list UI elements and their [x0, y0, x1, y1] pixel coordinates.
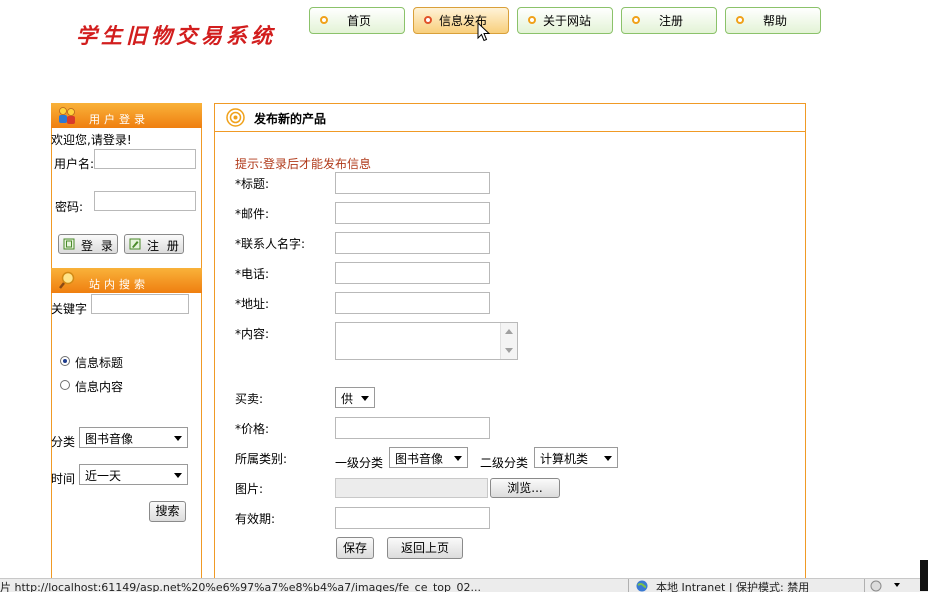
- level1-label: 一级分类: [335, 456, 384, 470]
- password-input[interactable]: [94, 191, 196, 211]
- magnifier-icon: [59, 271, 75, 289]
- nav-label: 信息发布: [438, 14, 487, 28]
- radio-title[interactable]: [60, 356, 70, 366]
- level2-select-value: 计算机类: [540, 452, 589, 466]
- nav-home-button[interactable]: 首页: [309, 7, 405, 34]
- price-label: *价格:: [235, 422, 270, 436]
- nav-about-button[interactable]: 关于网站: [517, 7, 613, 34]
- nav-label: 关于网站: [542, 14, 591, 28]
- email-input[interactable]: [335, 202, 490, 224]
- search-button[interactable]: 搜索: [149, 501, 186, 522]
- level2-label: 二级分类: [480, 456, 529, 470]
- category-select-value: 图书音像: [85, 432, 134, 446]
- site-logo: 学生旧物交易系统: [76, 23, 276, 48]
- level1-select-value: 图书音像: [395, 452, 444, 466]
- textarea-scrollbar[interactable]: [500, 323, 517, 359]
- login-button[interactable]: 登 录: [58, 234, 118, 254]
- nav-label: 帮助: [762, 14, 787, 28]
- save-button[interactable]: 保存: [336, 537, 374, 559]
- category-select[interactable]: 图书音像: [79, 427, 188, 448]
- category-label: 所属类别:: [235, 452, 288, 466]
- phone-label: *电话:: [235, 267, 270, 281]
- status-url: 片 http://localhost:61149/asp.net%20%e6%9…: [0, 581, 482, 592]
- keyword-input[interactable]: [91, 294, 189, 314]
- login-panel-title: 用户登录: [89, 113, 149, 126]
- chevron-down-icon: [454, 456, 462, 461]
- trade-select[interactable]: 供: [335, 387, 375, 408]
- image-label: 图片:: [235, 482, 264, 496]
- category-label: 分类: [51, 435, 76, 449]
- zoom-icon[interactable]: [870, 580, 884, 592]
- scroll-down-icon[interactable]: [505, 348, 513, 353]
- radio-content[interactable]: [60, 380, 70, 390]
- price-input[interactable]: [335, 417, 490, 439]
- login-button-label: 登 录: [81, 239, 115, 253]
- chevron-down-icon: [361, 396, 369, 401]
- login-welcome: 欢迎您,请登录!: [51, 133, 132, 147]
- status-divider: [864, 579, 865, 592]
- register-button-label: 注 册: [147, 239, 181, 253]
- validity-label: 有效期:: [235, 512, 276, 526]
- content-textarea[interactable]: [335, 322, 518, 360]
- nav-help-button[interactable]: 帮助: [725, 7, 821, 34]
- password-label: 密码:: [55, 200, 84, 214]
- validity-input[interactable]: [335, 507, 490, 529]
- zoom-dropdown-icon[interactable]: [894, 583, 900, 587]
- email-label: *邮件:: [235, 207, 270, 221]
- scroll-up-icon[interactable]: [505, 329, 513, 334]
- status-divider: [628, 579, 629, 592]
- level2-select[interactable]: 计算机类: [534, 447, 618, 468]
- login-panel-header: 用户登录: [51, 103, 202, 128]
- nav-label: 首页: [346, 14, 371, 28]
- browser-status-bar: 片 http://localhost:61149/asp.net%20%e6%9…: [0, 578, 928, 592]
- nav-publish-button[interactable]: 信息发布: [413, 7, 509, 34]
- status-zone: 本地 Intranet | 保护模式: 禁用: [656, 581, 810, 592]
- search-panel-header: 站内搜索: [51, 268, 202, 293]
- username-input[interactable]: [94, 149, 196, 169]
- time-select[interactable]: 近一天: [79, 464, 188, 485]
- nav-label: 注册: [658, 14, 683, 28]
- edit-icon: [129, 238, 141, 250]
- address-label: *地址:: [235, 297, 270, 311]
- main-panel-header: 发布新的产品: [214, 103, 806, 132]
- nav-register-button[interactable]: 注册: [621, 7, 717, 34]
- title-input[interactable]: [335, 172, 490, 194]
- level1-select[interactable]: 图书音像: [389, 447, 468, 468]
- register-button[interactable]: 注 册: [124, 234, 184, 254]
- globe-icon: [636, 580, 648, 592]
- address-input[interactable]: [335, 292, 490, 314]
- search-panel-title: 站内搜索: [89, 278, 149, 291]
- time-select-value: 近一天: [85, 469, 122, 483]
- content-label: *内容:: [235, 327, 270, 341]
- chevron-down-icon: [604, 456, 612, 461]
- image-file-input[interactable]: [335, 478, 488, 498]
- chevron-down-icon: [174, 473, 182, 478]
- users-icon: [59, 107, 75, 124]
- login-hint: 提示:登录后才能发布信息: [235, 157, 372, 171]
- phone-input[interactable]: [335, 262, 490, 284]
- radio-title-label: 信息标题: [75, 356, 124, 370]
- target-icon: [226, 108, 245, 127]
- contact-label: *联系人名字:: [235, 237, 306, 251]
- main-panel-title: 发布新的产品: [254, 112, 327, 126]
- chevron-down-icon: [174, 436, 182, 441]
- username-label: 用户名:: [54, 157, 95, 171]
- time-label: 时间: [51, 472, 76, 486]
- title-label: *标题:: [235, 177, 270, 191]
- browse-button[interactable]: 浏览...: [490, 478, 560, 498]
- login-icon: [63, 238, 75, 250]
- trade-select-value: 供: [341, 392, 354, 406]
- trade-label: 买卖:: [235, 392, 264, 406]
- keyword-label: 关键字: [51, 302, 88, 316]
- mouse-cursor-icon: [477, 22, 490, 42]
- window-edge: [920, 560, 928, 591]
- radio-content-label: 信息内容: [75, 380, 124, 394]
- contact-input[interactable]: [335, 232, 490, 254]
- back-button[interactable]: 返回上页: [387, 537, 463, 559]
